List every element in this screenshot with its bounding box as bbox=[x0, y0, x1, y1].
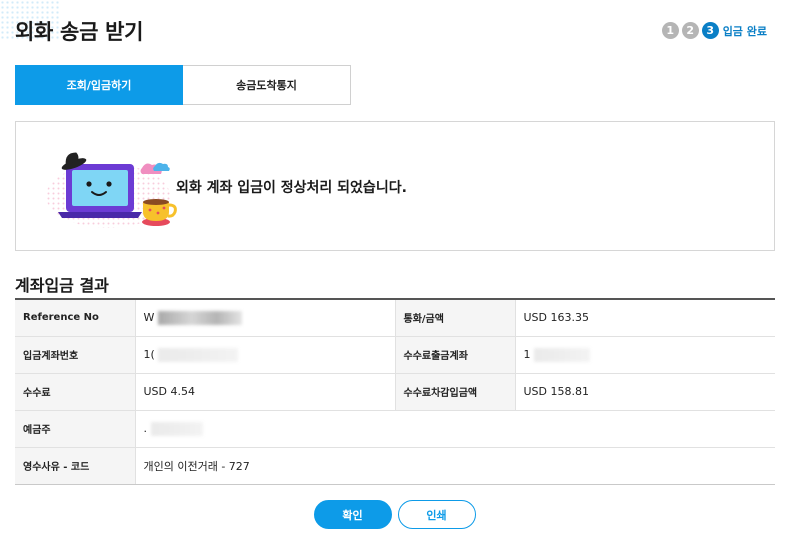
fee-account-value: 1 bbox=[515, 336, 775, 374]
result-panel: 외화 계좌 입금이 정상처리 되었습니다. bbox=[15, 121, 775, 251]
currency-amount-label: 통화/금액 bbox=[394, 299, 516, 337]
step-3-badge: 3 bbox=[701, 22, 719, 39]
table-row: 예금주 . bbox=[15, 410, 775, 448]
reason-code-label: 영수사유 - 코드 bbox=[15, 447, 136, 485]
deposit-account-text: 1( bbox=[143, 347, 155, 361]
table-row: 영수사유 - 코드 개인의 이전거래 - 727 bbox=[15, 447, 775, 485]
net-amount-value: USD 158.81 bbox=[515, 373, 775, 411]
reason-code-value: 개인의 이전거래 - 727 bbox=[135, 447, 775, 485]
table-row: 입금계좌번호 1( 수수료출금계좌 1 bbox=[15, 336, 775, 374]
masked-value bbox=[534, 347, 590, 362]
reference-no-label: Reference No bbox=[15, 299, 136, 337]
deposit-result-table: Reference No W 통화/금액 USD 163.35 입금계좌번호 1… bbox=[15, 298, 775, 485]
print-button[interactable]: 인쇄 bbox=[397, 500, 476, 529]
deposit-account-value: 1( bbox=[135, 336, 395, 374]
action-buttons: 확인 인쇄 bbox=[0, 500, 789, 529]
table-row: Reference No W 통화/금액 USD 163.35 bbox=[15, 299, 775, 337]
reference-no-text: W bbox=[143, 310, 155, 324]
masked-value bbox=[150, 421, 203, 436]
fee-value: USD 4.54 bbox=[135, 373, 395, 411]
masked-value bbox=[157, 310, 242, 325]
tab-arrival-notice[interactable]: 송금도착통지 bbox=[183, 65, 351, 105]
depositor-value: . bbox=[135, 410, 775, 448]
laptop-and-coffee-illustration bbox=[46, 152, 177, 228]
page-title: 외화 송금 받기 bbox=[15, 20, 144, 44]
depositor-text: . bbox=[143, 421, 148, 435]
masked-value bbox=[158, 347, 239, 362]
fee-account-label: 수수료출금계좌 bbox=[394, 336, 516, 374]
result-message: 외화 계좌 입금이 정상처리 되었습니다. bbox=[176, 180, 407, 196]
net-amount-label: 수수료차감입금액 bbox=[394, 373, 516, 411]
fee-account-text: 1 bbox=[523, 347, 531, 361]
reference-no-value: W bbox=[135, 299, 395, 337]
deposit-account-label: 입금계좌번호 bbox=[15, 336, 136, 374]
tab-inquiry-deposit[interactable]: 조회/입금하기 bbox=[15, 65, 183, 105]
tab-bar: 조회/입금하기 송금도착통지 bbox=[15, 65, 351, 105]
fee-label: 수수료 bbox=[15, 373, 136, 411]
confirm-button[interactable]: 확인 bbox=[313, 500, 392, 529]
current-step-label: 입금 완료 bbox=[722, 24, 767, 38]
depositor-label: 예금주 bbox=[15, 410, 136, 448]
section-title: 계좌입금 결과 bbox=[15, 276, 109, 295]
currency-amount-value: USD 163.35 bbox=[515, 299, 775, 337]
step-indicator: 1 2 3 입금 완료 bbox=[659, 22, 767, 39]
step-2-badge: 2 bbox=[681, 22, 699, 39]
table-row: 수수료 USD 4.54 수수료차감입금액 USD 158.81 bbox=[15, 373, 775, 411]
step-1-badge: 1 bbox=[661, 22, 679, 39]
